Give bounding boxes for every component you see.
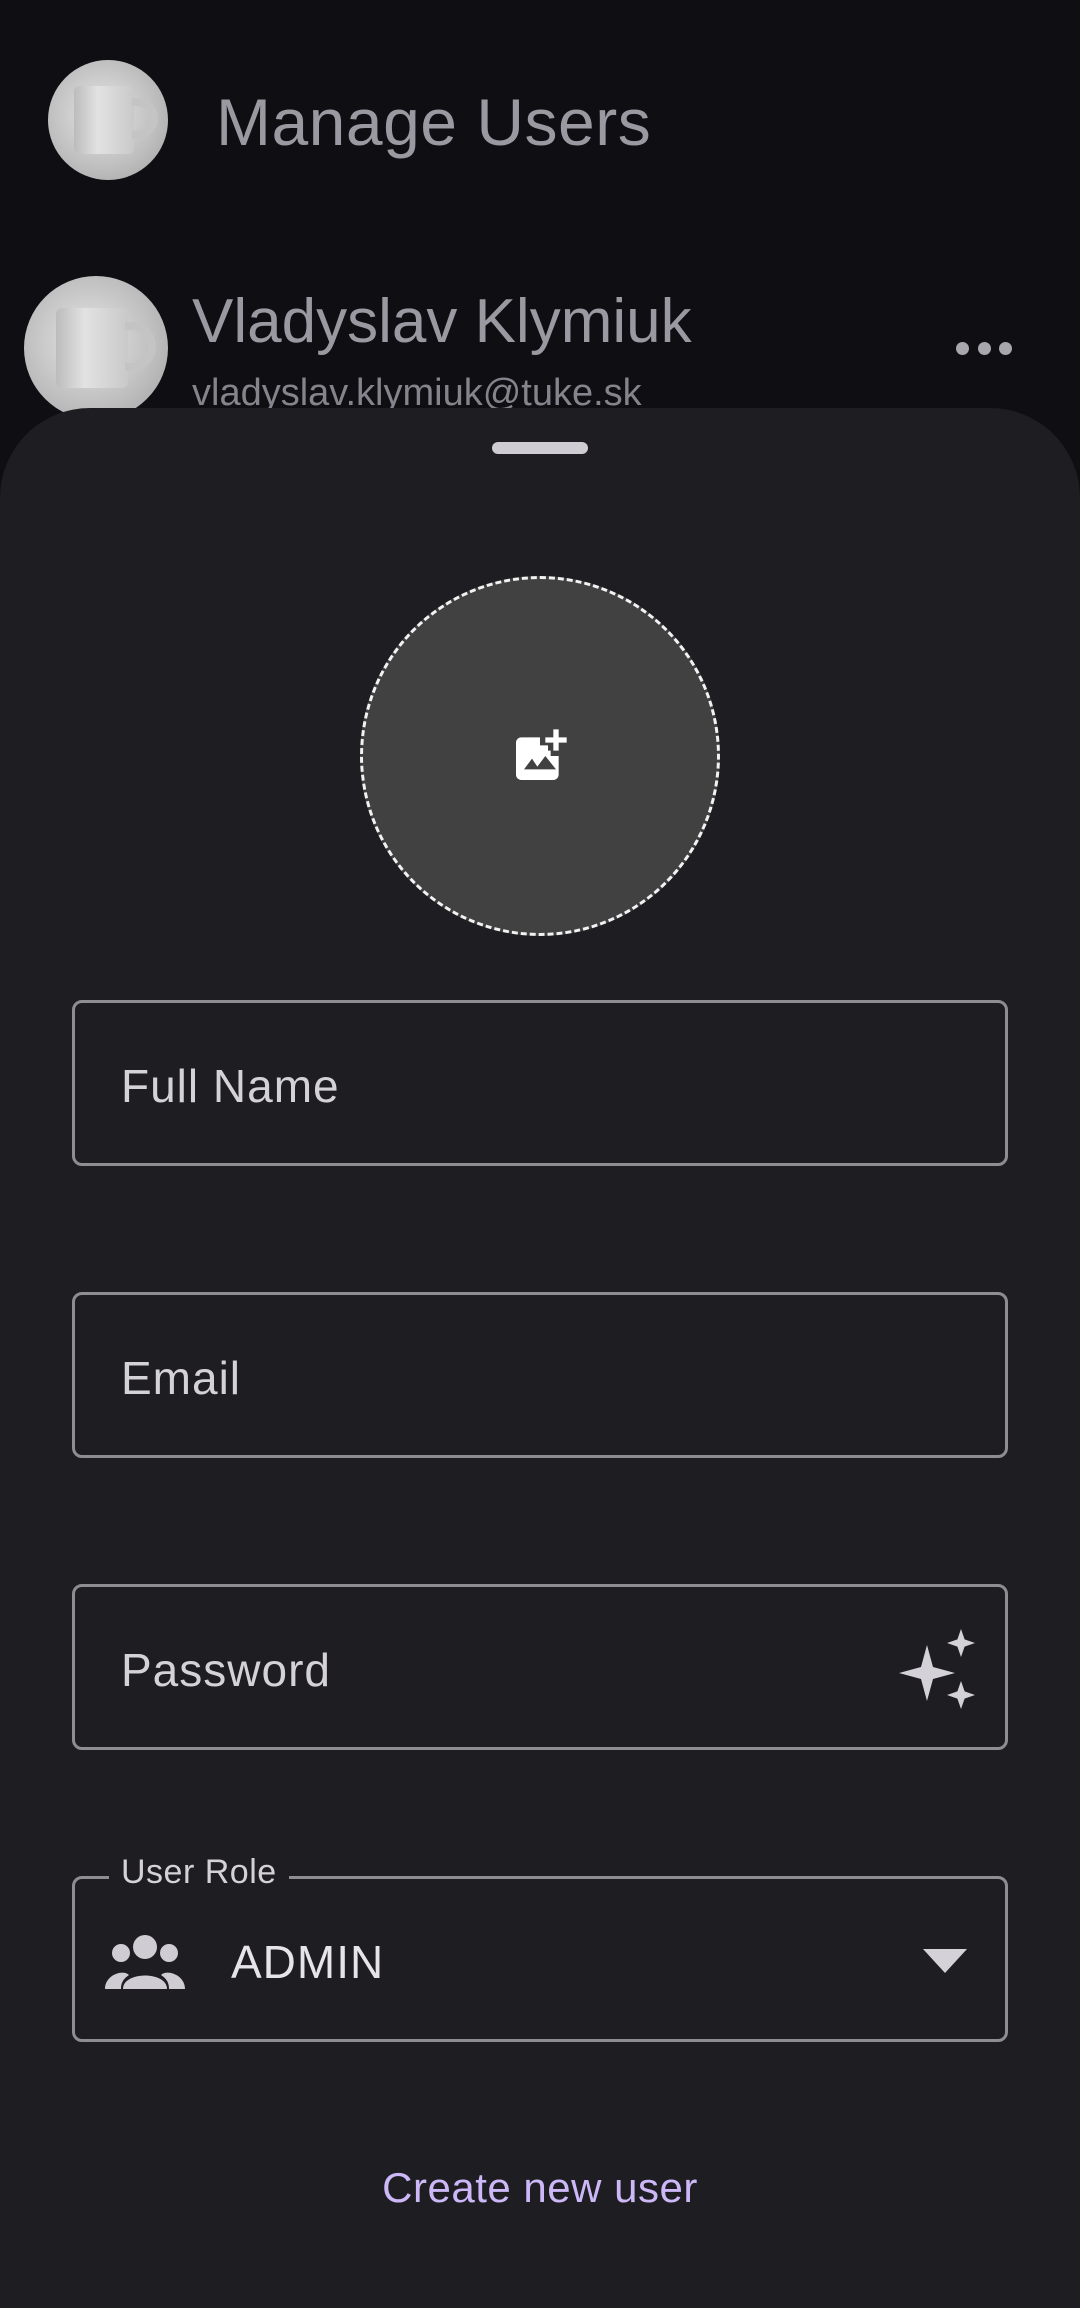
email-field[interactable]: Email [72, 1292, 1008, 1458]
sparkle-icon[interactable] [899, 1629, 979, 1709]
full-name-field[interactable]: Full Name [72, 1000, 1008, 1166]
full-name-placeholder: Full Name [121, 1060, 340, 1112]
header-avatar[interactable] [48, 60, 168, 180]
create-user-sheet: Full Name Email Password User Role ADMIN… [0, 408, 1080, 2308]
user-role-select[interactable]: User Role ADMIN [72, 1853, 1008, 2042]
user-avatar [24, 276, 168, 420]
mug-image [74, 86, 135, 154]
sheet-drag-handle[interactable] [492, 442, 588, 454]
dropdown-arrow-icon [923, 1949, 967, 1973]
app-header: Manage Users [0, 0, 1080, 240]
create-user-button[interactable]: Create new user [340, 2146, 740, 2230]
mug-image [55, 307, 128, 389]
email-placeholder: Email [121, 1352, 242, 1404]
password-field[interactable]: Password [72, 1584, 1008, 1750]
group-icon [105, 1935, 185, 1989]
add-photo-icon [516, 729, 567, 780]
screen: Manage Users Vladyslav Klymiuk vladyslav… [0, 0, 1080, 2308]
user-list-item[interactable]: Vladyslav Klymiuk vladyslav.klymiuk@tuke… [0, 270, 1080, 420]
password-placeholder: Password [121, 1644, 331, 1696]
user-name: Vladyslav Klymiuk [192, 287, 692, 356]
user-role-value: ADMIN [231, 1936, 385, 1988]
more-horizontal-icon[interactable] [956, 340, 1012, 356]
photo-picker[interactable] [360, 576, 720, 936]
page-title: Manage Users [216, 85, 652, 159]
user-role-label: User Role [109, 1853, 289, 1892]
